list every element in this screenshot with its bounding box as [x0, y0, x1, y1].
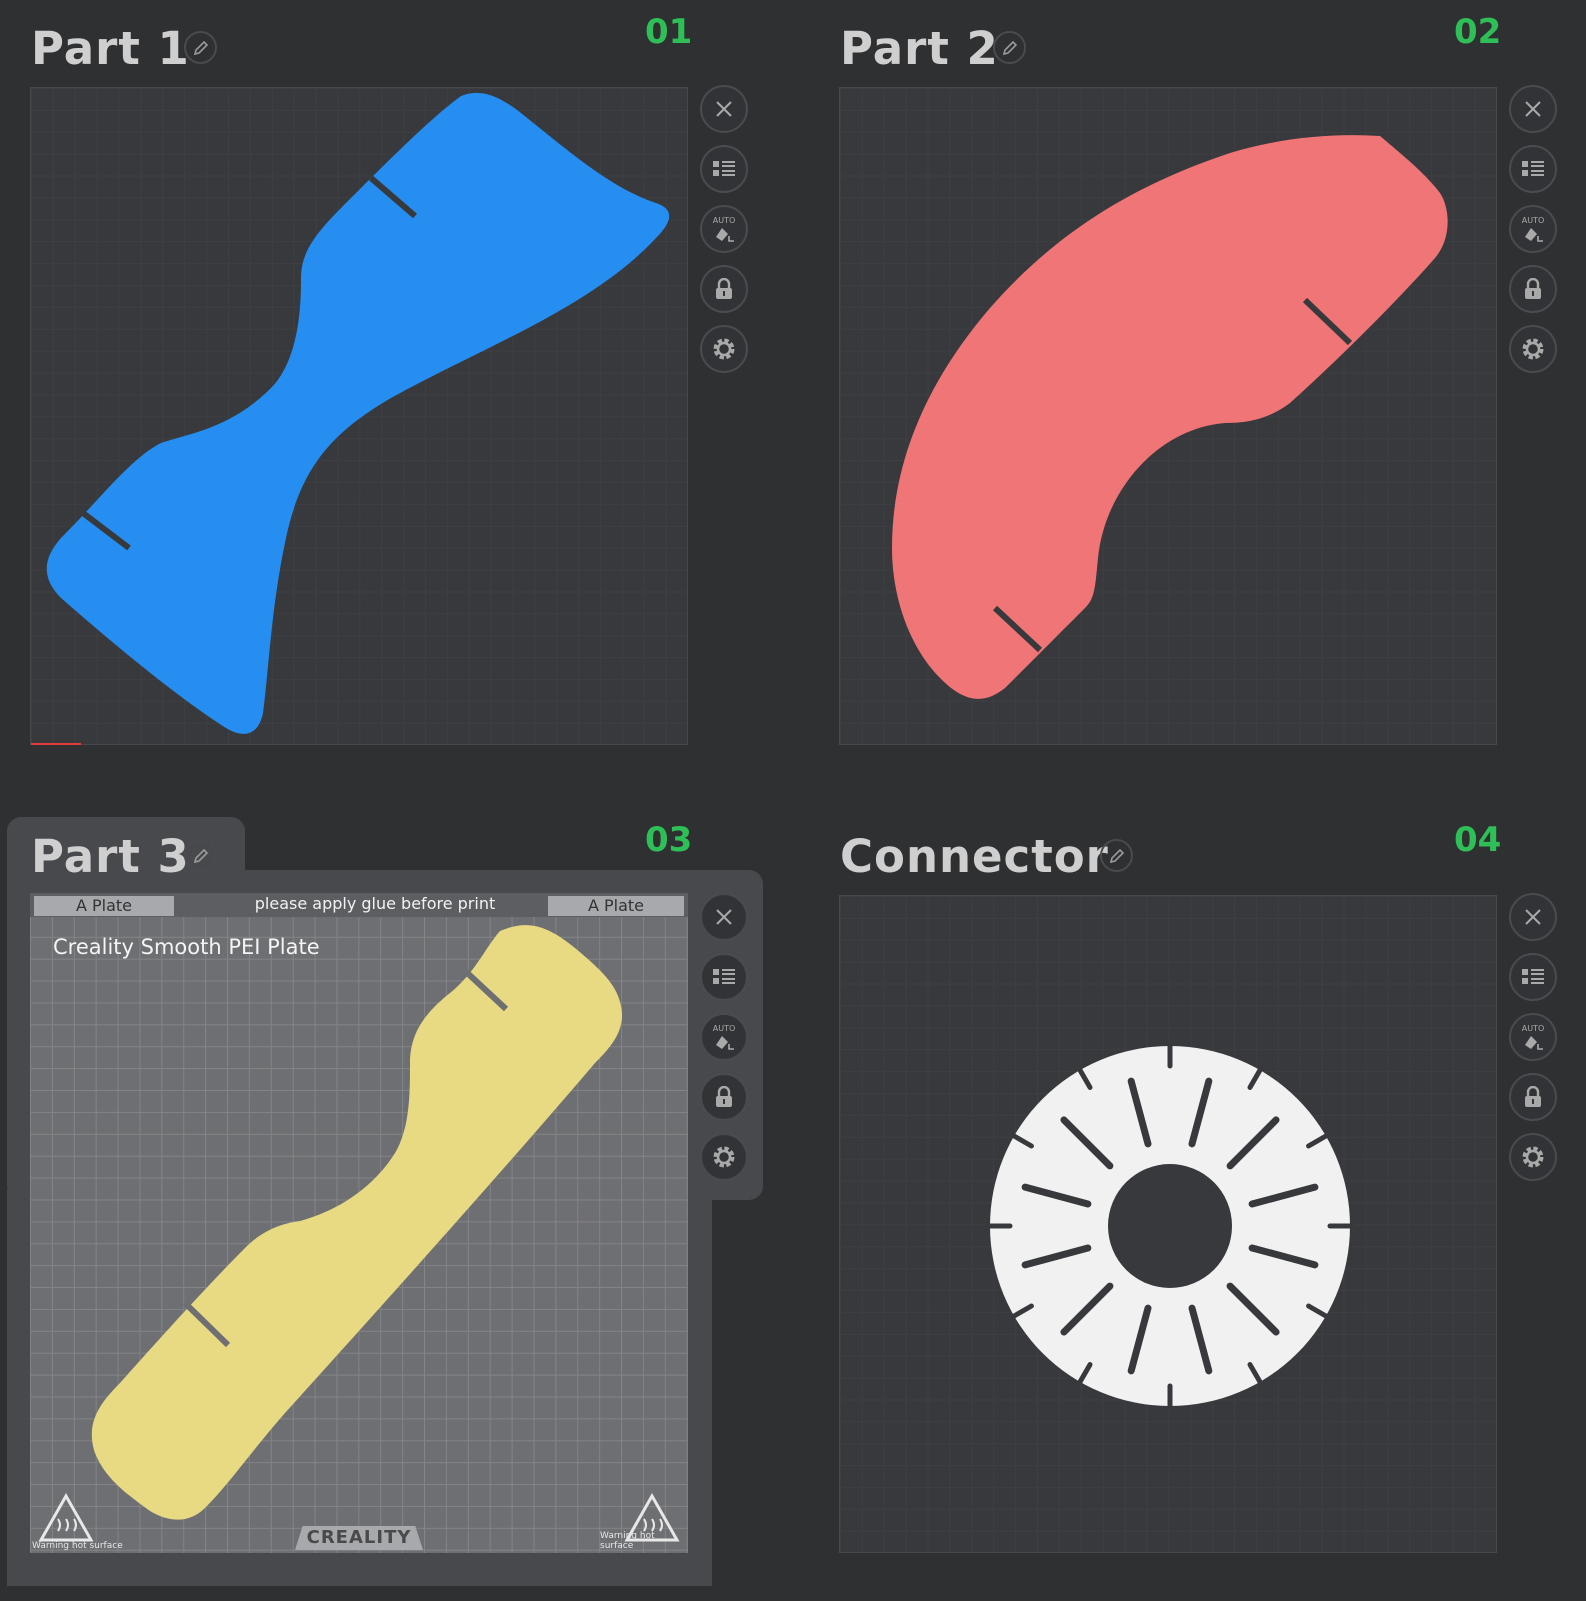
plate-number-4: 04 — [1454, 820, 1502, 860]
auto-label: AUTO — [1521, 1023, 1545, 1033]
list-icon — [1522, 161, 1544, 176]
arrange-button-3[interactable] — [700, 953, 748, 1001]
lock-button-1[interactable] — [700, 265, 748, 313]
orient-icon — [716, 227, 734, 242]
plate-title-2[interactable]: Part 2 — [840, 22, 999, 75]
orient-icon — [1525, 227, 1543, 242]
plate-title-3[interactable]: Part 3 — [31, 830, 190, 883]
gear-icon — [713, 1146, 735, 1168]
pencil-icon — [1109, 848, 1124, 863]
arrange-button-4[interactable] — [1509, 953, 1557, 1001]
delete-plate-button-3[interactable] — [700, 893, 748, 941]
gear-icon — [1522, 338, 1544, 360]
edit-name-button-3[interactable] — [184, 839, 217, 872]
auto-orient-button-4[interactable]: AUTO — [1509, 1013, 1557, 1061]
lock-icon — [716, 1086, 732, 1107]
plate-toolbar-3: AUTO — [700, 893, 750, 1193]
hot-surface-warning-icon — [624, 1493, 680, 1542]
pencil-icon — [193, 848, 208, 863]
arrange-button-1[interactable] — [700, 145, 748, 193]
connector-shape[interactable] — [840, 896, 1498, 1554]
build-plate-1[interactable] — [30, 87, 688, 745]
auto-orient-button-1[interactable]: AUTO — [700, 205, 748, 253]
list-icon — [1522, 969, 1544, 984]
edit-name-button-2[interactable] — [993, 31, 1026, 64]
settings-button-3[interactable] — [700, 1133, 748, 1181]
part-2-shape[interactable] — [840, 88, 1498, 746]
close-icon — [1525, 909, 1541, 925]
settings-button-4[interactable] — [1509, 1133, 1557, 1181]
delete-plate-button-4[interactable] — [1509, 893, 1557, 941]
delete-plate-button-2[interactable] — [1509, 85, 1557, 133]
edit-name-button-4[interactable] — [1100, 839, 1133, 872]
settings-button-1[interactable] — [700, 325, 748, 373]
plate-footer: CREALITY Warning hot surface Warning hot… — [30, 1523, 688, 1553]
plate-number-1: 01 — [645, 12, 693, 52]
lock-button-4[interactable] — [1509, 1073, 1557, 1121]
delete-plate-button-1[interactable] — [700, 85, 748, 133]
settings-button-2[interactable] — [1509, 325, 1557, 373]
orient-icon — [1525, 1035, 1543, 1050]
plate-number-2: 02 — [1454, 12, 1502, 52]
close-icon — [716, 909, 732, 925]
auto-label: AUTO — [712, 215, 736, 225]
lock-icon — [1525, 1086, 1541, 1107]
plate-cell-2: Part 2 02 AUTO — [809, 0, 1586, 793]
auto-label: AUTO — [712, 1023, 736, 1033]
brand-logo: CREALITY — [295, 1526, 423, 1550]
hot-surface-warning-icon — [38, 1493, 94, 1542]
lock-button-2[interactable] — [1509, 265, 1557, 313]
plate-cell-4: Connector 04 AUTO — [809, 808, 1586, 1601]
orient-icon — [716, 1035, 734, 1050]
plate-title-4[interactable]: Connector — [840, 830, 1109, 883]
lock-button-3[interactable] — [700, 1073, 748, 1121]
build-plate-2[interactable] — [839, 87, 1497, 745]
auto-label: AUTO — [1521, 215, 1545, 225]
lock-icon — [1525, 278, 1541, 299]
pencil-icon — [193, 40, 208, 55]
build-plate-4[interactable] — [839, 895, 1497, 1553]
auto-orient-button-2[interactable]: AUTO — [1509, 205, 1557, 253]
build-plate-3[interactable]: A Plate please apply glue before print A… — [30, 893, 688, 1553]
edit-name-button-1[interactable] — [184, 31, 217, 64]
part-3-shape[interactable] — [30, 893, 688, 1553]
plate-toolbar-4: AUTO — [1509, 893, 1559, 1193]
plate-cell-1: Part 1 01 AUTO — [0, 0, 793, 793]
arrange-button-2[interactable] — [1509, 145, 1557, 193]
gear-icon — [1522, 1146, 1544, 1168]
gear-icon — [713, 338, 735, 360]
part-1-shape[interactable] — [31, 88, 689, 746]
list-icon — [713, 969, 735, 984]
pencil-icon — [1002, 40, 1017, 55]
plate-number-3: 03 — [645, 820, 693, 860]
close-icon — [1525, 101, 1541, 117]
list-icon — [713, 161, 735, 176]
close-icon — [716, 101, 732, 117]
plate-toolbar-2: AUTO — [1509, 85, 1559, 385]
plate-title-1[interactable]: Part 1 — [31, 22, 190, 75]
plate-toolbar-1: AUTO — [700, 85, 750, 385]
lock-icon — [716, 278, 732, 299]
auto-orient-button-3[interactable]: AUTO — [700, 1013, 748, 1061]
